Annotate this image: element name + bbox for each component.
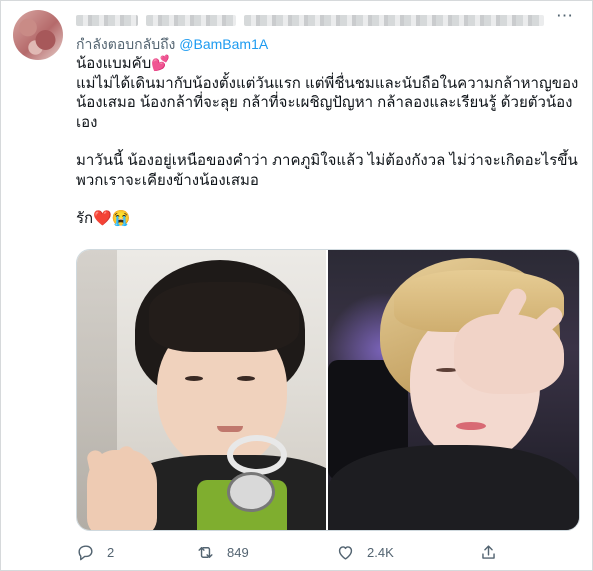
- like-button[interactable]: 2.4K: [336, 543, 394, 562]
- tweet-paragraph: รัก❤️😭: [76, 210, 131, 227]
- replying-to: กำลังตอบกลับถึง @BamBam1A: [76, 34, 268, 56]
- reply-handle-link[interactable]: @BamBam1A: [179, 36, 268, 52]
- blurred-display-name: [76, 15, 138, 26]
- tweet-paragraph: น้องแบมคับ💕 แม่ไม่ได้เดินมากับน้องตั้งแต…: [76, 55, 579, 131]
- tweet-media[interactable]: [76, 249, 580, 531]
- photo-left[interactable]: [77, 250, 328, 530]
- more-icon[interactable]: ⋯: [556, 7, 574, 24]
- share-button[interactable]: [479, 543, 498, 562]
- share-icon: [482, 545, 495, 559]
- photo-right[interactable]: [328, 250, 579, 530]
- avatar[interactable]: [13, 10, 63, 60]
- tweet-card[interactable]: ⋯ กำลังตอบกลับถึง @BamBam1A น้องแบมคับ💕 …: [0, 0, 593, 571]
- reply-button[interactable]: 2: [76, 543, 114, 562]
- blurred-username: [146, 15, 236, 26]
- blurred-meta: [244, 15, 544, 26]
- like-count: 2.4K: [367, 545, 394, 560]
- heart-icon: [338, 546, 353, 560]
- tweet-actions: 2 849 2.4K: [76, 543, 546, 565]
- retweet-button[interactable]: 849: [196, 543, 249, 562]
- tweet-text: น้องแบมคับ💕 แม่ไม่ได้เดินมากับน้องตั้งแต…: [76, 54, 581, 229]
- reply-prefix: กำลังตอบกลับถึง: [76, 36, 176, 52]
- tweet-paragraph: มาวันนี้ น้องอยู่เหนือของคำว่า ภาคภูมิใจ…: [76, 152, 582, 189]
- retweet-icon: [198, 547, 213, 558]
- reply-icon: [78, 545, 93, 561]
- tweet-header-blurred: [76, 11, 546, 31]
- retweet-count: 849: [227, 545, 249, 560]
- reply-count: 2: [107, 545, 115, 560]
